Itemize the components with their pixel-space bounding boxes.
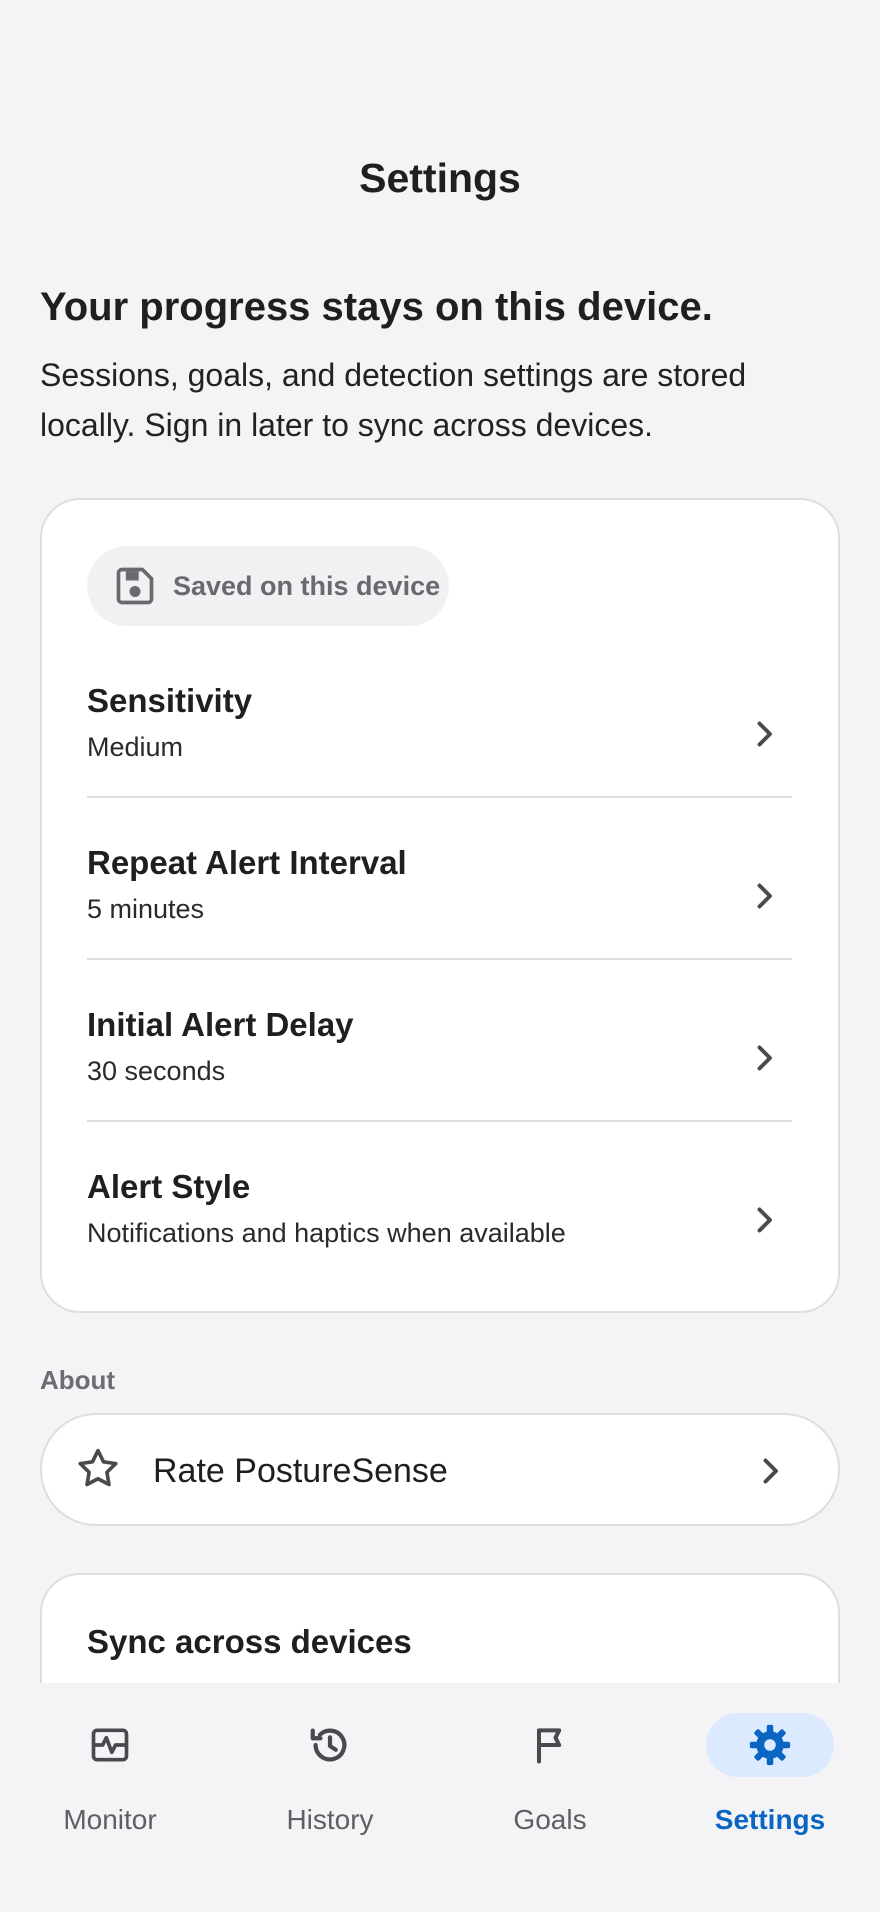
setting-row-initial-alert-delay[interactable]: Initial Alert Delay 30 seconds bbox=[87, 978, 792, 1140]
nav-item-monitor[interactable]: Monitor bbox=[0, 1708, 220, 1838]
setting-title: Sensitivity bbox=[87, 682, 253, 719]
nav-item-settings[interactable]: Settings bbox=[660, 1708, 880, 1838]
setting-title: Alert Style bbox=[87, 1168, 251, 1205]
intro-text: Sessions, goals, and detection settings … bbox=[40, 357, 747, 443]
detection-settings-card: Saved on this device Sensitivity Medium … bbox=[40, 498, 840, 1313]
rate-app-label: Rate PostureSense bbox=[153, 1452, 448, 1490]
rate-app-row[interactable]: Rate PostureSense bbox=[40, 1413, 840, 1526]
setting-value: Medium bbox=[87, 732, 184, 762]
gear-icon bbox=[706, 1713, 834, 1777]
settings-screen: Settings Your progress stays on this dev… bbox=[0, 0, 880, 1912]
nav-item-history[interactable]: History bbox=[220, 1708, 440, 1838]
monitor-icon bbox=[46, 1713, 174, 1777]
saved-on-device-label: Saved on this device bbox=[173, 570, 441, 601]
setting-row-repeat-alert-interval[interactable]: Repeat Alert Interval 5 minutes bbox=[87, 816, 792, 978]
chevron-right-icon bbox=[746, 1202, 782, 1238]
star-icon bbox=[74, 1445, 122, 1493]
nav-label: Monitor bbox=[63, 1804, 157, 1835]
about-section-label: About bbox=[40, 1365, 116, 1395]
setting-value: 5 minutes bbox=[87, 894, 205, 924]
page-title: Settings bbox=[359, 155, 521, 201]
nav-label: History bbox=[286, 1804, 374, 1835]
nav-item-goals[interactable]: Goals bbox=[440, 1708, 660, 1838]
history-icon bbox=[266, 1713, 394, 1777]
divider bbox=[87, 958, 792, 960]
chevron-right-icon bbox=[746, 878, 782, 914]
nav-label: Settings bbox=[714, 1804, 826, 1835]
bottom-navigation: Monitor History Goals Settings bbox=[0, 1683, 880, 1912]
setting-title: Repeat Alert Interval bbox=[87, 844, 407, 881]
setting-title: Initial Alert Delay bbox=[87, 1006, 354, 1043]
divider bbox=[87, 1120, 792, 1122]
floppy-disk-icon bbox=[113, 564, 157, 608]
chevron-right-icon bbox=[746, 716, 782, 752]
chevron-right-icon bbox=[746, 1040, 782, 1076]
chevron-right-icon bbox=[752, 1453, 788, 1489]
setting-value: 30 seconds bbox=[87, 1056, 226, 1086]
sync-title: Sync across devices bbox=[87, 1623, 412, 1660]
setting-row-sensitivity[interactable]: Sensitivity Medium bbox=[87, 654, 792, 816]
divider bbox=[87, 796, 792, 798]
setting-row-alert-style[interactable]: Alert Style Notifications and haptics wh… bbox=[87, 1140, 792, 1302]
setting-value: Notifications and haptics when available bbox=[87, 1218, 566, 1248]
flag-icon bbox=[486, 1713, 614, 1777]
saved-on-device-badge: Saved on this device bbox=[87, 546, 449, 626]
intro-heading: Your progress stays on this device. bbox=[40, 285, 713, 329]
nav-label: Goals bbox=[513, 1804, 587, 1835]
